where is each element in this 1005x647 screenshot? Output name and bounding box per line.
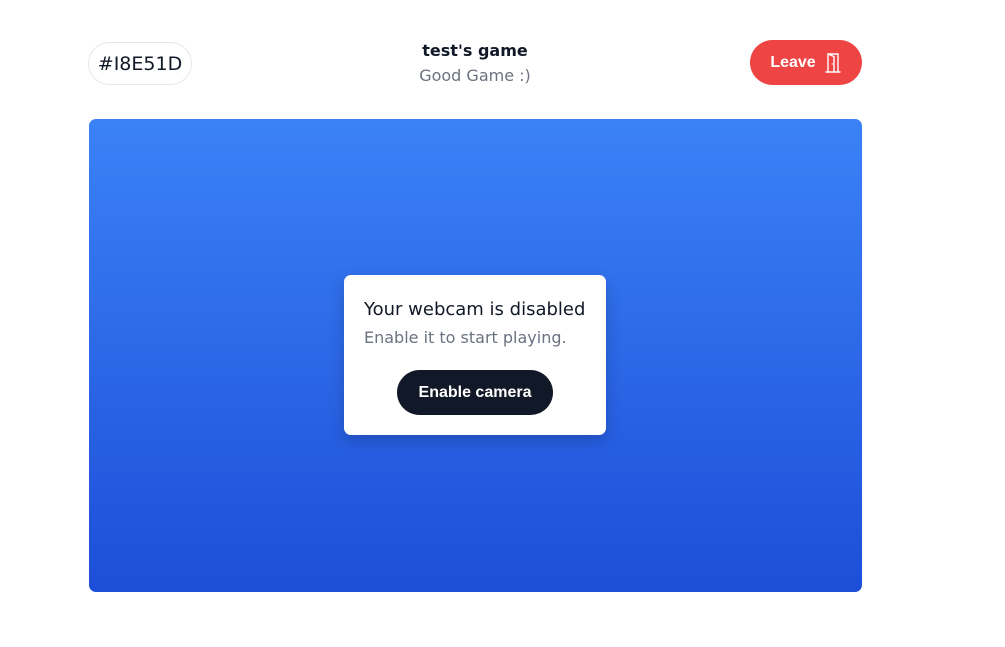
enable-camera-button[interactable]: Enable camera <box>397 370 553 415</box>
game-header: test's game Good Game :) <box>375 40 575 89</box>
webcam-disabled-card: Your webcam is disabled Enable it to sta… <box>344 275 606 435</box>
room-code-badge[interactable]: #I8E51D <box>88 42 192 85</box>
door-exit-icon <box>824 52 842 73</box>
leave-button-label: Leave <box>770 53 816 71</box>
room-code-text: #I8E51D <box>97 52 183 75</box>
webcam-disabled-text: Enable it to start playing. <box>364 328 567 347</box>
game-page: #I8E51D test's game Good Game :) Leave Y… <box>0 0 1005 647</box>
webcam-disabled-title: Your webcam is disabled <box>364 299 586 320</box>
game-title: test's game <box>422 41 528 60</box>
game-subtitle: Good Game :) <box>419 66 531 85</box>
webcam-video-area: Your webcam is disabled Enable it to sta… <box>89 119 862 592</box>
leave-button[interactable]: Leave <box>750 40 862 85</box>
